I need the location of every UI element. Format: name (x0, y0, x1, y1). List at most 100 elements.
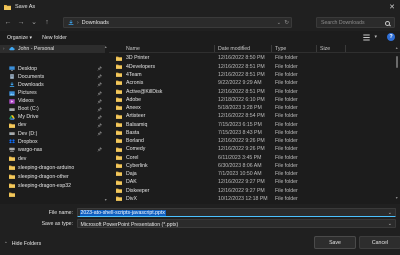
search-box[interactable] (316, 17, 395, 28)
column-header-name[interactable]: Name (126, 46, 140, 52)
folder-icon (116, 138, 122, 144)
sidebar-item-label: Pictures (18, 90, 37, 97)
file-row[interactable]: Adobe 12/18/2022 6:10 PM File folder (109, 96, 389, 104)
file-row[interactable]: Corel 6/11/2023 3:45 PM File folder (109, 153, 389, 161)
breadcrumb-separator[interactable]: › (77, 20, 79, 26)
column-headers: ⌃ Name Date modified Type Size (109, 44, 400, 53)
breadcrumb-downloads[interactable]: Downloads (82, 20, 109, 26)
sidebar-item[interactable] (0, 190, 105, 199)
title-bar: Save As ✕ (0, 0, 400, 13)
file-row[interactable]: Daja 7/1/2023 10:50 AM File folder (109, 170, 389, 178)
download-icon (9, 82, 15, 88)
command-bar: Organize ▾ New folder ▾ ? (0, 31, 400, 44)
column-divider[interactable] (271, 45, 272, 52)
close-button[interactable]: ✕ (386, 1, 398, 12)
chevron-down-icon[interactable]: ⌄ (388, 221, 392, 227)
file-row[interactable]: Cyberlink 6/30/2023 8:06 AM File folder (109, 162, 389, 170)
file-name-value[interactable]: 2023-ato-shell-scripts-javascript.pptx (79, 210, 166, 217)
file-date-modified: 7/1/2023 10:50 AM (218, 171, 262, 178)
file-name: DAK (126, 179, 137, 186)
scroll-up-arrow-icon[interactable]: ▲ (395, 46, 398, 50)
file-date-modified: 9/22/2022 9:29 AM (218, 80, 262, 87)
organize-button[interactable]: Organize ▾ (7, 35, 32, 41)
recent-locations-button[interactable]: ⌄ (29, 17, 39, 27)
file-type: File folder (275, 154, 298, 161)
cancel-button[interactable]: Cancel (359, 236, 400, 249)
file-row[interactable]: Comedy 12/16/2022 9:26 PM File folder (109, 145, 389, 153)
scroll-down-arrow-icon[interactable]: ▼ (395, 196, 398, 200)
view-dropdown-icon[interactable]: ▾ (374, 34, 377, 40)
file-row[interactable]: Acronis 9/22/2022 9:29 AM File folder (109, 79, 389, 87)
file-name: Adobe (126, 96, 142, 103)
search-input[interactable] (321, 19, 385, 26)
chevron-down-icon[interactable]: ⌄ (388, 210, 392, 216)
sidebar-item[interactable]: wargo-nas 📌 (0, 146, 105, 155)
file-type: File folder (275, 162, 298, 169)
sidebar-item[interactable]: sleeping-dragon-other (0, 173, 105, 182)
scroll-down-arrow-icon[interactable]: ▼ (104, 198, 107, 202)
navigation-pane-scrollbar[interactable]: ▲ ▼ (104, 44, 107, 204)
sidebar-item[interactable]: sleeping-dragon-esp32 (0, 181, 105, 190)
file-list-scrollbar[interactable]: ▲ ▼ (395, 44, 399, 204)
file-row[interactable]: DAK 12/16/2022 9:27 PM File folder (109, 178, 389, 186)
column-divider[interactable] (214, 45, 215, 52)
back-button[interactable]: ← (3, 17, 13, 27)
column-header-size[interactable]: Size (320, 46, 330, 52)
dropbox-icon (9, 139, 15, 144)
file-name-field[interactable]: 2023-ato-shell-scripts-javascript.pptx ⌄ (77, 208, 396, 217)
new-folder-button[interactable]: New folder (42, 35, 67, 41)
file-row[interactable]: 4Developers 12/16/2022 8:51 PM File folder (109, 63, 389, 71)
folder-icon (116, 64, 122, 69)
view-options-icon[interactable] (363, 34, 370, 41)
up-button[interactable]: ↑ (42, 17, 52, 27)
folder-icon (116, 80, 122, 86)
folder-icon (116, 171, 122, 177)
hide-folders-label: Hide Folders (11, 241, 42, 247)
chevron-down-icon[interactable]: ⌄ (277, 20, 281, 26)
sidebar-item-label: John - Personal (18, 45, 55, 52)
scroll-up-arrow-icon[interactable]: ▲ (104, 45, 107, 49)
sidebar-item-label: Downloads (18, 81, 44, 88)
folder-icon (9, 183, 15, 188)
file-row[interactable]: Balsamiq 7/15/2023 6:15 PM File folder (109, 120, 389, 128)
chevron-right-icon[interactable]: › (3, 46, 5, 51)
save-as-type-value[interactable]: Microsoft PowerPoint Presentation (*.ppt… (81, 222, 179, 228)
file-row[interactable]: Borland 12/16/2022 9:26 PM File folder (109, 137, 389, 145)
forward-button[interactable]: → (16, 17, 26, 27)
file-row[interactable]: 4Team 12/16/2022 8:51 PM File folder (109, 71, 389, 79)
file-name: Cyberlink (126, 162, 148, 169)
help-button[interactable]: ? (387, 33, 395, 41)
file-row[interactable]: Diskeeper 12/16/2022 9:27 PM File folder (109, 186, 389, 194)
hide-folders-button[interactable]: ⌃ Hide Folders (4, 241, 41, 247)
file-row[interactable]: Active@KillDisk 12/16/2022 8:51 PM File fo… (109, 87, 389, 95)
sidebar-item[interactable]: sleeping-dragon-arduino (0, 164, 105, 173)
file-row[interactable]: DivX 10/12/2023 12:18 PM File folder (109, 195, 389, 203)
address-bar[interactable]: › Downloads ⌄ ↻ (63, 17, 292, 28)
file-row[interactable]: Basta 7/15/2023 8:43 PM File folder (109, 129, 389, 137)
scrollbar-thumb[interactable] (396, 56, 398, 68)
file-name: Acronis (126, 80, 144, 87)
save-as-type-select[interactable]: Microsoft PowerPoint Presentation (*.ppt… (77, 219, 396, 228)
folder-icon (116, 180, 122, 185)
column-divider[interactable] (316, 45, 317, 52)
column-header-date-modified[interactable]: Date modified (218, 46, 250, 52)
file-date-modified: 12/16/2022 8:54 PM (218, 113, 265, 120)
sidebar-item-label: Documents (18, 73, 45, 80)
sidebar-item[interactable]: dev (0, 155, 105, 164)
save-panel: File name: 2023-ato-shell-scripts-javasc… (0, 204, 400, 255)
pin-icon: 📌 (97, 82, 102, 88)
column-divider[interactable] (345, 45, 346, 52)
sidebar-item[interactable]: › John - Personal (0, 44, 105, 54)
file-row[interactable]: Artisteer 12/16/2022 8:54 PM File folder (109, 112, 389, 120)
search-icon[interactable] (385, 20, 390, 26)
file-row[interactable]: 3D Printer 12/16/2022 8:50 PM File folder (109, 54, 389, 62)
file-type: File folder (275, 96, 298, 103)
refresh-button[interactable]: ↻ (284, 20, 289, 26)
sidebar-item-label: Dev (D:) (18, 130, 38, 137)
file-type: File folder (275, 195, 298, 202)
save-button[interactable]: Save (314, 236, 356, 249)
column-header-type[interactable]: Type (275, 46, 286, 52)
folder-icon (116, 72, 122, 78)
file-row[interactable]: Aneex 5/18/2023 3:28 PM File folder (109, 104, 389, 112)
explorer-folder-icon (4, 4, 11, 10)
